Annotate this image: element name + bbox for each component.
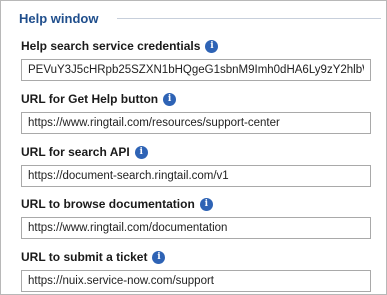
field-label-text: URL for search API xyxy=(21,145,130,159)
field-label-text: URL to browse documentation xyxy=(21,197,195,211)
search-api-url-input[interactable] xyxy=(21,165,371,187)
field-label-text: URL to submit a ticket xyxy=(21,250,148,264)
info-icon[interactable]: i xyxy=(205,39,219,53)
field-label-documentation-url: URL to browse documentation i xyxy=(21,197,213,211)
get-help-url-input[interactable] xyxy=(21,112,371,134)
documentation-url-input[interactable] xyxy=(21,217,371,239)
credentials-input[interactable] xyxy=(21,59,371,81)
section-header: Help window xyxy=(9,9,383,29)
section-title: Help window xyxy=(19,11,99,26)
field-label-text: Help search service credentials xyxy=(21,39,201,53)
field-label-text: URL for Get Help button xyxy=(21,92,159,106)
info-icon[interactable]: i xyxy=(152,250,166,264)
field-label-credentials: Help search service credentials i xyxy=(21,39,219,53)
section-divider xyxy=(117,18,381,19)
info-icon[interactable]: i xyxy=(163,92,177,106)
help-window-panel: Help window Help search service credenti… xyxy=(0,0,387,295)
info-icon[interactable]: i xyxy=(134,145,148,159)
info-icon[interactable]: i xyxy=(199,197,213,211)
field-label-ticket-url: URL to submit a ticket i xyxy=(21,250,166,264)
ticket-url-input[interactable] xyxy=(21,270,371,292)
field-label-search-api-url: URL for search API i xyxy=(21,145,148,159)
field-label-get-help-url: URL for Get Help button i xyxy=(21,92,177,106)
